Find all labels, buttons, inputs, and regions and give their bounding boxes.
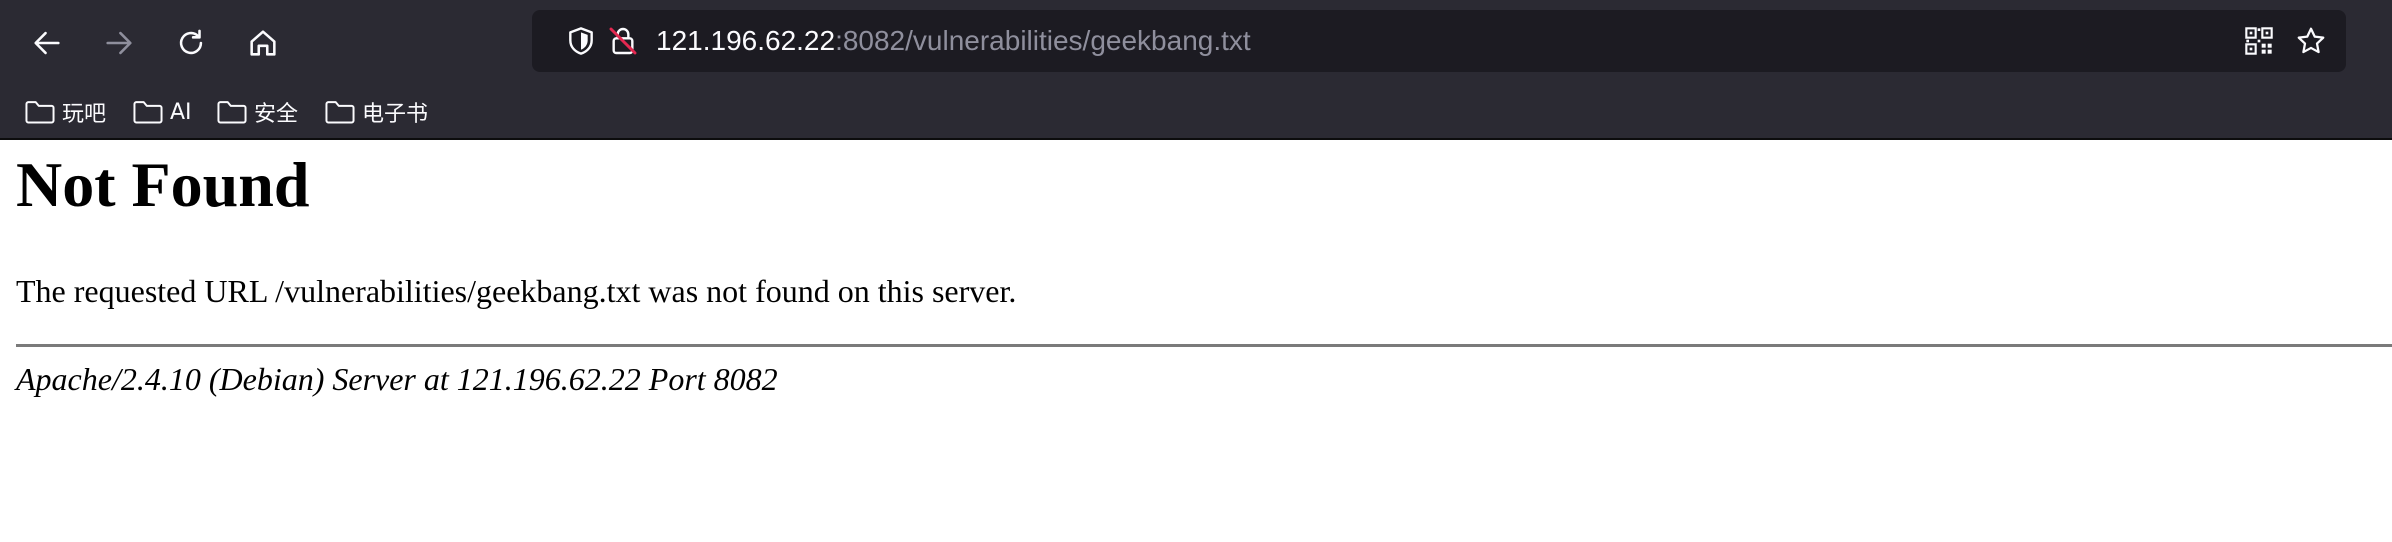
back-button[interactable] xyxy=(24,20,70,66)
star-icon xyxy=(2297,27,2325,54)
arrow-left-icon xyxy=(34,31,60,55)
folder-icon xyxy=(325,101,355,124)
folder-icon xyxy=(217,101,247,124)
site-security-button[interactable] xyxy=(606,24,640,58)
bookmark-folder-ai[interactable]: AI xyxy=(132,94,192,130)
server-signature: Apache/2.4.10 (Debian) Server at 121.196… xyxy=(16,361,778,397)
url-path: :8082/vulnerabilities/geekbang.txt xyxy=(835,25,1251,56)
browser-chrome: 121.196.62.22:8082/vulnerabilities/geekb… xyxy=(0,0,2392,140)
qr-code-button[interactable] xyxy=(2242,24,2276,58)
bookmarks-toolbar: 玩吧 AI 安全 电子书 xyxy=(0,86,2392,138)
divider xyxy=(16,344,2392,347)
browser-toolbar: 121.196.62.22:8082/vulnerabilities/geekb… xyxy=(0,0,2392,86)
qr-code-icon xyxy=(2245,27,2273,55)
folder-icon xyxy=(133,101,163,124)
error-message: The requested URL /vulnerabilities/geekb… xyxy=(16,273,1017,309)
url-text[interactable]: 121.196.62.22:8082/vulnerabilities/geekb… xyxy=(656,10,1251,72)
shield-icon xyxy=(569,27,593,55)
home-icon xyxy=(250,30,276,56)
reload-button[interactable] xyxy=(168,20,214,66)
tracking-protection-button[interactable] xyxy=(564,24,598,58)
page-content: Not Found The requested URL /vulnerabili… xyxy=(0,140,2392,542)
folder-icon xyxy=(25,101,55,124)
bookmark-folder-anquan[interactable]: 安全 xyxy=(216,94,298,130)
arrow-right-icon xyxy=(106,31,132,55)
page-title: Not Found xyxy=(16,149,310,220)
bookmark-label: 安全 xyxy=(254,102,299,127)
bookmark-page-button[interactable] xyxy=(2294,24,2328,58)
bookmark-folder-wanba[interactable]: 玩吧 xyxy=(24,94,106,130)
home-button[interactable] xyxy=(240,20,286,66)
bookmark-label: 玩吧 xyxy=(62,102,107,127)
bookmark-label: AI xyxy=(170,99,192,125)
url-bar[interactable]: 121.196.62.22:8082/vulnerabilities/geekb… xyxy=(532,10,2346,72)
bookmark-label: 电子书 xyxy=(362,102,429,127)
lock-with-strike-icon xyxy=(609,27,637,55)
bookmark-folder-ebooks[interactable]: 电子书 xyxy=(324,94,428,130)
reload-icon xyxy=(179,29,203,55)
forward-button[interactable] xyxy=(96,20,142,66)
url-host: 121.196.62.22 xyxy=(656,25,836,56)
